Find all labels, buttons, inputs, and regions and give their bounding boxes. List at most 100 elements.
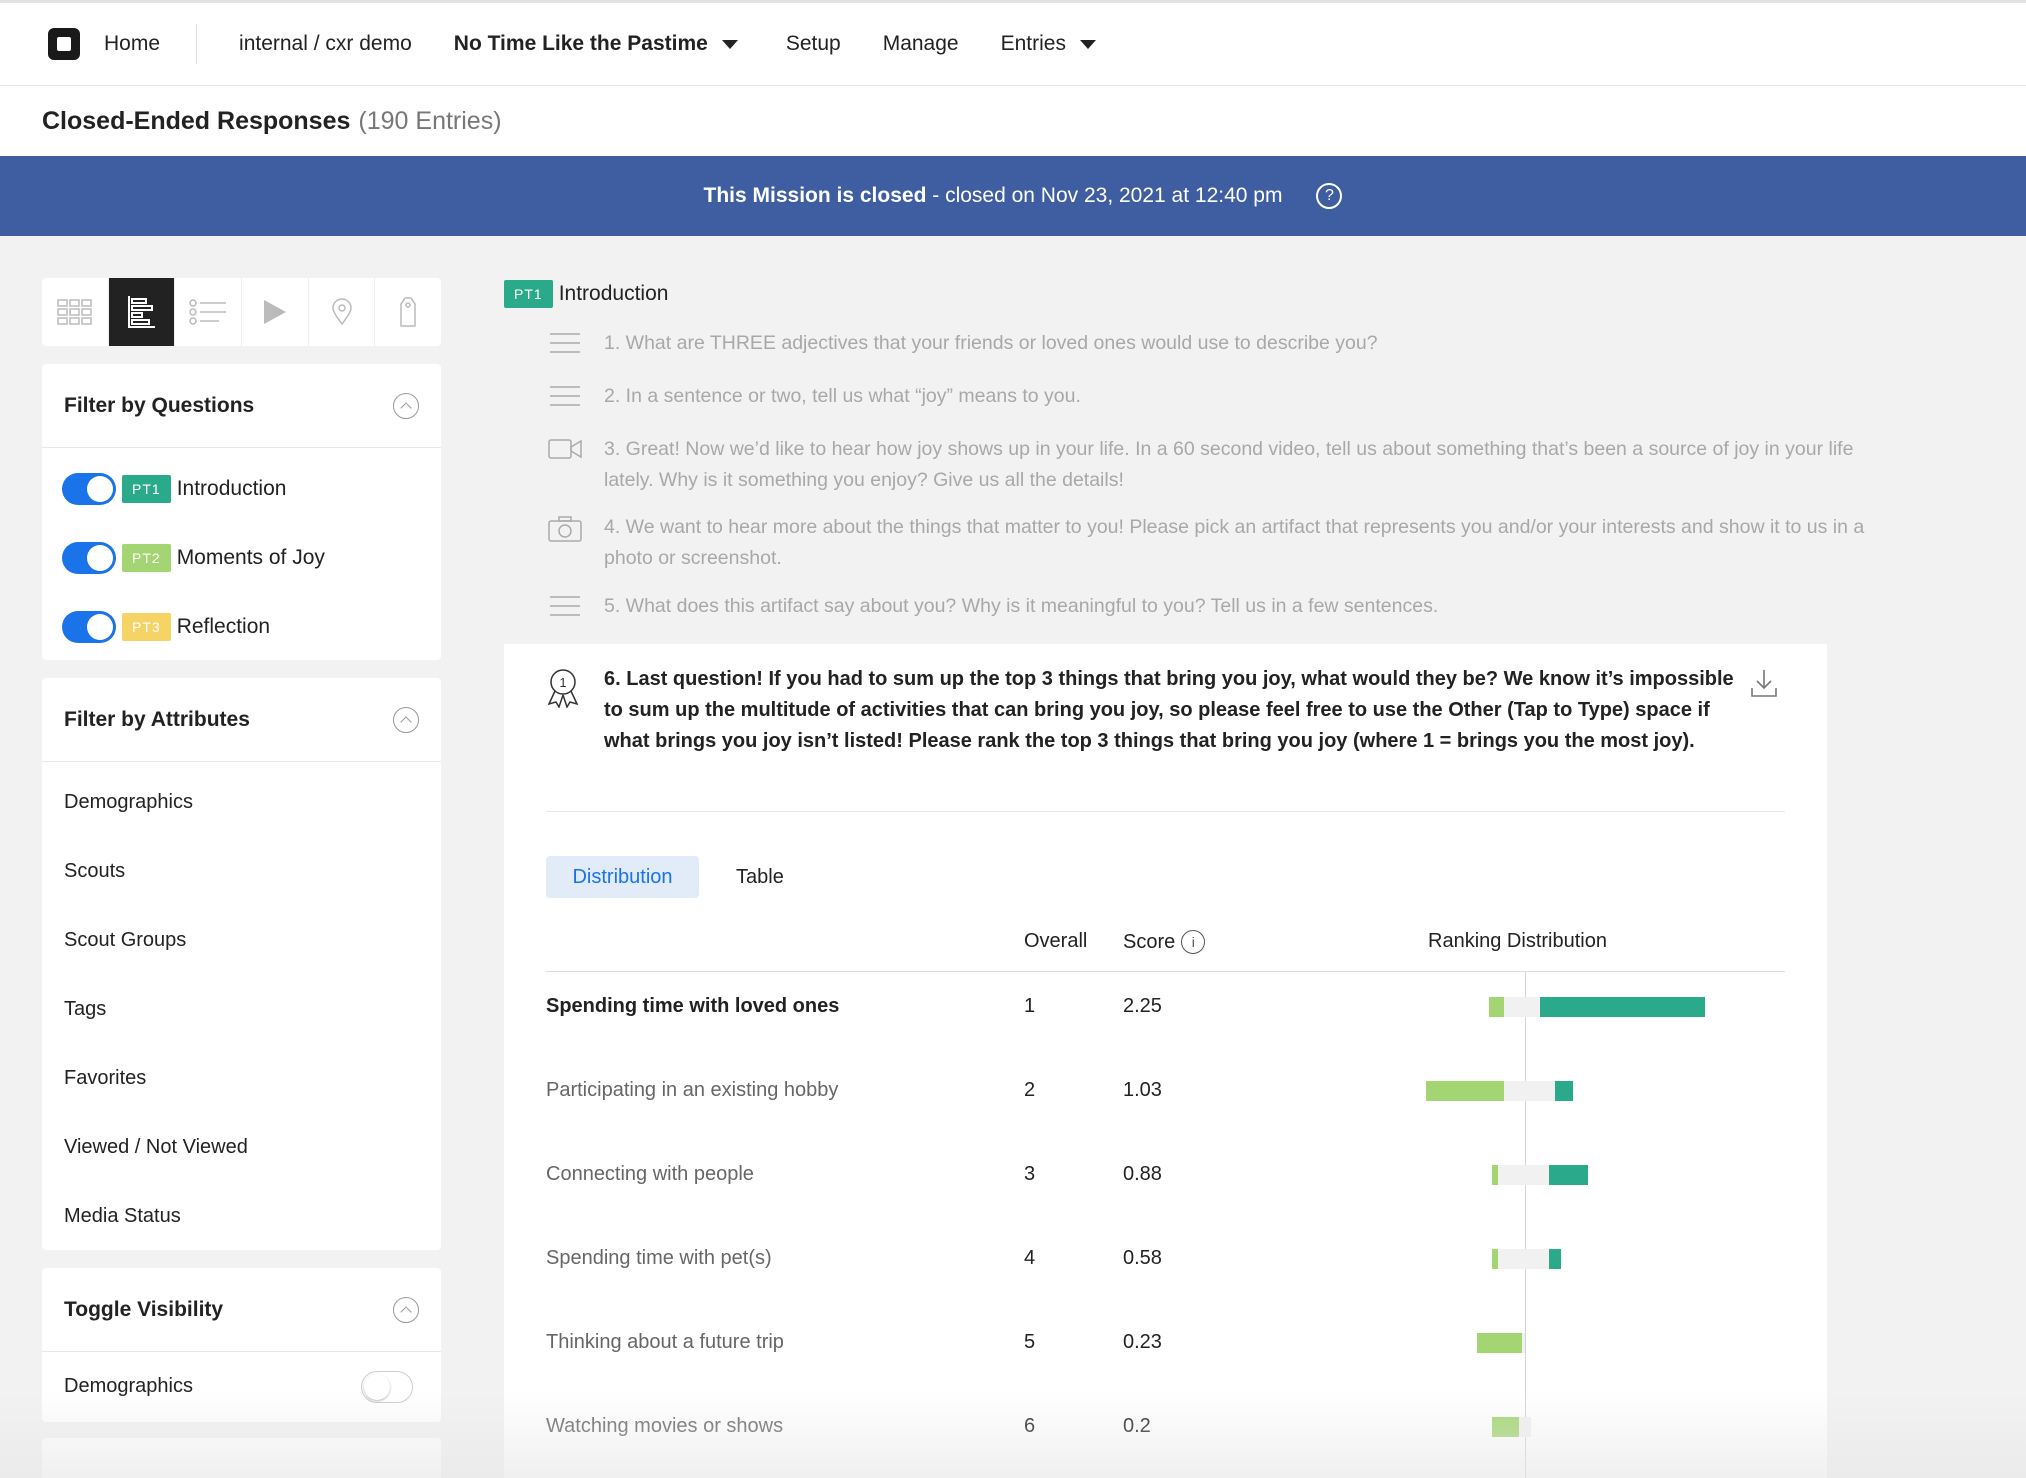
question-item[interactable]: 3. Great! Now we’d like to hear how joy … xyxy=(548,434,1874,496)
distribution-neutral-track xyxy=(1498,1165,1549,1185)
mission-status-banner: This Mission is closed - closed on Nov 2… xyxy=(0,156,2026,236)
pt3-toggle[interactable] xyxy=(62,610,116,643)
row-score: 2.25 xyxy=(1123,995,1162,1017)
map-view-button[interactable] xyxy=(309,278,376,346)
distribution-lower-rank-bar xyxy=(1492,1249,1498,1269)
filter-attributes-header[interactable]: Filter by Attributes xyxy=(42,678,441,762)
entries-dropdown-label: Entries xyxy=(1000,32,1066,55)
question-filter-pt2: PT2 Moments of Joy xyxy=(42,523,441,592)
distribution-lower-rank-bar xyxy=(1489,997,1504,1017)
section-badge: PT1 xyxy=(504,280,553,308)
row-overall-rank: 6 xyxy=(1024,1415,1036,1437)
tag-icon xyxy=(400,297,416,327)
distribution-neutral-track xyxy=(1504,997,1540,1017)
mission-status: This Mission is closed xyxy=(703,184,927,207)
filter-questions-header[interactable]: Filter by Questions xyxy=(42,364,441,448)
question-text: 1. What are THREE adjectives that your f… xyxy=(604,332,1378,354)
caret-down-icon xyxy=(721,39,738,49)
help-icon[interactable]: ? xyxy=(1316,183,1343,209)
table-row[interactable]: Spending time with pet(s) 4 0.58 xyxy=(546,1247,1785,1331)
question-item[interactable]: 4. We want to hear more about the things… xyxy=(548,512,1874,574)
table-row[interactable]: Connecting with people 3 0.88 xyxy=(546,1163,1785,1247)
attribute-media-status[interactable]: Media Status xyxy=(42,1182,441,1251)
attribute-favorites[interactable]: Favorites xyxy=(42,1044,441,1113)
nav-workspace-link[interactable]: internal / cxr demo xyxy=(239,32,412,56)
text-lines-icon xyxy=(550,386,580,406)
attribute-viewed[interactable]: Viewed / Not Viewed xyxy=(42,1113,441,1182)
pt1-toggle[interactable] xyxy=(62,472,116,505)
distribution-top-rank-bar xyxy=(1549,1249,1561,1269)
collapse-icon[interactable] xyxy=(393,1296,419,1323)
pt2-badge: PT2 xyxy=(122,543,171,572)
table-row[interactable]: Participating in an existing hobby 2 1.03 xyxy=(546,1079,1785,1163)
attribute-scouts[interactable]: Scouts xyxy=(42,837,441,906)
distribution-top-rank-bar xyxy=(1540,997,1705,1017)
download-icon[interactable] xyxy=(1750,668,1778,698)
attribute-scout-groups[interactable]: Scout Groups xyxy=(42,906,441,975)
pt2-toggle[interactable] xyxy=(62,541,116,574)
nav-divider xyxy=(196,24,198,64)
filter-questions-card: Filter by Questions PT1 Introduction PT2… xyxy=(42,364,441,660)
pt3-badge: PT3 xyxy=(122,612,171,641)
info-icon[interactable]: i xyxy=(1181,930,1206,954)
toggle-visibility-header[interactable]: Toggle Visibility xyxy=(42,1268,441,1352)
tab-distribution[interactable]: Distribution xyxy=(546,856,699,898)
question-item[interactable]: 2. In a sentence or two, tell us what “j… xyxy=(548,381,1874,412)
text-lines-icon xyxy=(550,596,580,616)
tab-table[interactable]: Table xyxy=(736,866,784,889)
video-icon xyxy=(548,439,582,459)
pt2-label: Moments of Joy xyxy=(176,545,325,569)
section-label: Introduction xyxy=(558,282,669,305)
table-row[interactable]: Watching movies or shows 6 0.2 xyxy=(546,1415,1785,1478)
distribution-neutral-track xyxy=(1522,1333,1525,1353)
attribute-tags[interactable]: Tags xyxy=(42,975,441,1044)
collapse-icon[interactable] xyxy=(393,392,419,419)
question-text: 5. What does this artifact say about you… xyxy=(604,595,1439,617)
row-option-name: Spending time with loved ones xyxy=(546,995,840,1017)
mission-dropdown-label: No Time Like the Pastime xyxy=(453,32,708,55)
visibility-demographics-label: Demographics xyxy=(64,1375,193,1397)
pt1-label: Introduction xyxy=(176,476,287,500)
row-option-name: Thinking about a future trip xyxy=(546,1331,784,1353)
distribution-lower-rank-bar xyxy=(1477,1333,1522,1353)
pt1-badge: PT1 xyxy=(122,474,171,503)
demographics-visibility-toggle[interactable] xyxy=(361,1370,413,1403)
chart-view-button[interactable] xyxy=(108,278,176,346)
distribution-lower-rank-bar xyxy=(1492,1417,1519,1437)
svg-text:1: 1 xyxy=(559,675,566,690)
col-distribution-header: Ranking Distribution xyxy=(1428,930,1607,952)
toggle-visibility-heading: Toggle Visibility xyxy=(64,1297,224,1321)
page-title-bar: Closed-Ended Responses (190 Entries) xyxy=(0,86,2026,156)
nav-home-link[interactable]: Home xyxy=(104,32,160,56)
media-view-button[interactable] xyxy=(242,278,309,346)
question-item[interactable]: 1. What are THREE adjectives that your f… xyxy=(548,328,1874,359)
collapse-icon[interactable] xyxy=(393,706,419,733)
app-logo-icon[interactable] xyxy=(48,28,80,60)
nav-manage-link[interactable]: Manage xyxy=(883,32,959,56)
table-row[interactable]: Spending time with loved ones 1 2.25 xyxy=(546,995,1785,1079)
row-option-name: Watching movies or shows xyxy=(546,1415,784,1437)
active-question-text: 6. Last question! If you had to sum up t… xyxy=(604,668,1734,752)
mission-dropdown[interactable]: No Time Like the Pastime xyxy=(454,32,738,56)
artifact-view-button[interactable] xyxy=(375,278,441,346)
active-question-panel: 1 6. Last question! If you had to sum up… xyxy=(504,644,1827,1478)
pt3-label: Reflection xyxy=(176,614,271,638)
table-header-divider xyxy=(546,971,1785,972)
distribution-top-rank-bar xyxy=(1555,1081,1573,1101)
panel-divider xyxy=(546,811,1785,812)
row-option-name: Spending time with pet(s) xyxy=(546,1247,772,1269)
table-row[interactable]: Thinking about a future trip 5 0.23 xyxy=(546,1331,1785,1415)
play-icon xyxy=(263,300,286,324)
nav-setup-link[interactable]: Setup xyxy=(786,32,841,56)
page-title: Closed-Ended Responses xyxy=(42,106,351,135)
row-overall-rank: 1 xyxy=(1024,995,1036,1017)
row-score: 0.58 xyxy=(1123,1247,1162,1269)
entries-dropdown[interactable]: Entries xyxy=(1001,32,1096,56)
grid-view-button[interactable] xyxy=(42,278,109,346)
attribute-demographics[interactable]: Demographics xyxy=(42,768,441,837)
view-switcher xyxy=(42,278,441,346)
grid-icon xyxy=(57,299,92,325)
question-item[interactable]: 5. What does this artifact say about you… xyxy=(548,591,1874,622)
list-view-button[interactable] xyxy=(175,278,243,346)
col-overall-header: Overall xyxy=(1024,930,1088,952)
